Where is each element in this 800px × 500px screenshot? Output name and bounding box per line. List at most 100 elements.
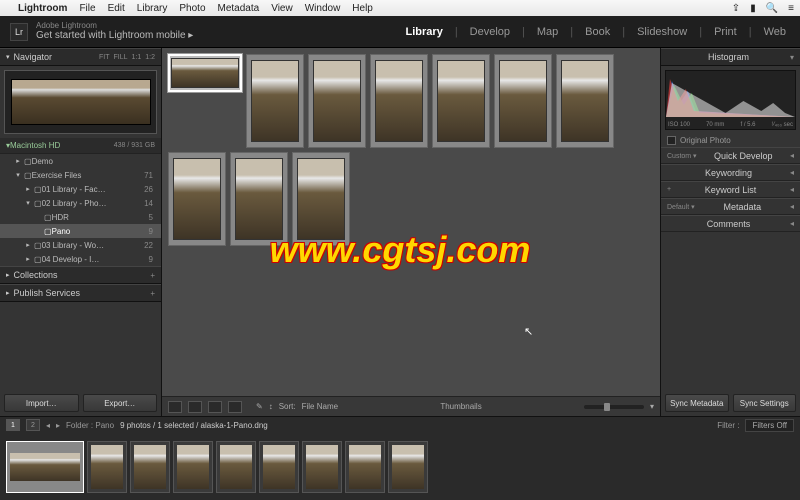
collections-header[interactable]: ▸Collections+	[0, 266, 161, 284]
volume-stat: 438 / 931 GB	[114, 142, 155, 149]
filmstrip-cell[interactable]	[216, 441, 256, 493]
filmstrip-header: 1 2 ◂ ▸ Folder : Pano 9 photos / 1 selec…	[0, 417, 800, 433]
nav-fit[interactable]: FIT	[99, 54, 110, 61]
keyword-list-header[interactable]: +Keyword List◂	[661, 181, 800, 198]
grid-cell[interactable]	[246, 54, 304, 148]
brand-title[interactable]: Get started with Lightroom mobile ▸	[36, 30, 193, 41]
view-grid-icon[interactable]	[168, 401, 182, 413]
tree-row[interactable]: ▸▢ Demo	[0, 154, 161, 168]
module-develop[interactable]: Develop	[466, 26, 514, 38]
histogram[interactable]: ISO 100 70 mm f / 5.6 ¹⁄₄₀₀ sec	[665, 70, 796, 130]
keywording-header[interactable]: Keywording◂	[661, 164, 800, 181]
module-map[interactable]: Map	[533, 26, 562, 38]
monitor-2-button[interactable]: 2	[26, 419, 40, 431]
grid-cell[interactable]	[292, 152, 350, 246]
wifi-icon[interactable]: ⇪	[732, 3, 740, 14]
module-print[interactable]: Print	[710, 26, 741, 38]
menu-help[interactable]: Help	[352, 3, 373, 14]
tree-row[interactable]: ▸▢ 03 Library - Wo…22	[0, 238, 161, 252]
nav-1-2[interactable]: 1:2	[145, 54, 155, 61]
import-button[interactable]: Import…	[4, 394, 79, 412]
export-button[interactable]: Export…	[83, 394, 158, 412]
volume-header[interactable]: ▾ Macintosh HD 438 / 931 GB	[0, 138, 161, 154]
menu-metadata[interactable]: Metadata	[218, 3, 260, 14]
view-compare-icon[interactable]	[208, 401, 222, 413]
filmstrip-cell[interactable]	[302, 441, 342, 493]
module-book[interactable]: Book	[581, 26, 614, 38]
nav-fill[interactable]: FILL	[114, 54, 128, 61]
filmstrip-cell[interactable]	[87, 441, 127, 493]
tree-row[interactable]: ▾▢ Exercise Files71	[0, 168, 161, 182]
menu-file[interactable]: File	[79, 3, 95, 14]
tree-row[interactable]: ▸▢ 04 Develop - I…9	[0, 252, 161, 266]
navigator-preview[interactable]	[4, 70, 157, 134]
view-loupe-icon[interactable]	[188, 401, 202, 413]
menu-edit[interactable]: Edit	[108, 3, 125, 14]
grid-cell[interactable]	[556, 54, 614, 148]
grid-cell[interactable]	[432, 54, 490, 148]
filmstrip-cell[interactable]	[388, 441, 428, 493]
spotlight-icon[interactable]: 🔍	[766, 3, 778, 14]
folder-icon: ▢	[34, 255, 42, 264]
breadcrumb[interactable]: Folder : Pano	[66, 421, 114, 430]
menu-window[interactable]: Window	[305, 3, 341, 14]
sync-metadata-button[interactable]: Sync Metadata	[665, 394, 729, 412]
quick-develop-header[interactable]: Custom ▾Quick Develop◂	[661, 147, 800, 164]
monitor-1-button[interactable]: 1	[6, 419, 20, 431]
folder-tree: ▸▢ Demo ▾▢ Exercise Files71 ▸▢ 01 Librar…	[0, 154, 161, 266]
menu-photo[interactable]: Photo	[179, 3, 205, 14]
painter-icon[interactable]: ✎	[256, 402, 263, 411]
menubar-right: ⇪ ▮ 🔍 ≡	[732, 3, 794, 14]
navigator-header[interactable]: ▾ Navigator FIT FILL 1:1 1:2	[0, 48, 161, 66]
menu-app[interactable]: Lightroom	[18, 3, 67, 14]
filter-select[interactable]: Filters Off	[745, 419, 794, 432]
filmstrip-cell[interactable]	[259, 441, 299, 493]
app-topbar: Lr Adobe Lightroom Get started with Ligh…	[0, 16, 800, 48]
menu-library[interactable]: Library	[137, 3, 168, 14]
sync-settings-button[interactable]: Sync Settings	[733, 394, 797, 412]
menu-view[interactable]: View	[271, 3, 293, 14]
menu-extra-icon[interactable]: ≡	[788, 3, 794, 14]
module-library[interactable]: Library	[402, 26, 447, 38]
comments-header[interactable]: Comments◂	[661, 215, 800, 232]
grid-cell[interactable]	[168, 152, 226, 246]
nav-back-icon[interactable]: ◂	[46, 421, 50, 430]
histogram-header[interactable]: Histogram ▾	[661, 48, 800, 66]
metadata-header[interactable]: Default ▾Metadata◂	[661, 198, 800, 215]
module-slideshow[interactable]: Slideshow	[633, 26, 691, 38]
right-panel: Histogram ▾ ISO 100 70 mm f / 5.6 ¹⁄₄₀₀ …	[660, 48, 800, 416]
filmstrip-strip[interactable]	[0, 433, 800, 500]
publish-header[interactable]: ▸Publish Services+	[0, 284, 161, 302]
left-button-row: Import… Export…	[0, 390, 161, 416]
nav-1-1[interactable]: 1:1	[132, 54, 142, 61]
thumbnails-label: Thumbnails	[440, 402, 481, 411]
view-survey-icon[interactable]	[228, 401, 242, 413]
original-photo-checkbox[interactable]	[667, 136, 676, 145]
tree-row[interactable]: ▢ HDR5	[0, 210, 161, 224]
thumbnail-size-slider[interactable]	[584, 405, 644, 409]
module-web[interactable]: Web	[760, 26, 790, 38]
sort-value[interactable]: File Name	[302, 402, 338, 411]
toolbar-menu-icon[interactable]: ▾	[650, 402, 654, 411]
tree-row-selected[interactable]: ▢ Pano9	[0, 224, 161, 238]
sort-direction-icon[interactable]: ↕	[269, 402, 273, 411]
histo-iso: ISO 100	[668, 122, 690, 128]
grid-cell[interactable]	[230, 152, 288, 246]
tree-row[interactable]: ▸▢ 01 Library - Fac…26	[0, 182, 161, 196]
folder-icon: ▢	[34, 199, 42, 208]
battery-icon[interactable]: ▮	[750, 3, 756, 14]
filmstrip-cell[interactable]	[130, 441, 170, 493]
grid-view[interactable]	[162, 48, 660, 396]
filmstrip-cell[interactable]	[345, 441, 385, 493]
grid-cell[interactable]	[308, 54, 366, 148]
grid-cell[interactable]	[370, 54, 428, 148]
grid-toolbar: ✎ ↕ Sort: File Name Thumbnails ▾	[162, 396, 660, 416]
disclosure-icon: ▾	[6, 53, 10, 61]
filmstrip-cell-selected[interactable]	[6, 441, 84, 493]
filmstrip-info: 9 photos / 1 selected / alaska-1-Pano.dn…	[120, 421, 268, 430]
grid-cell[interactable]	[494, 54, 552, 148]
tree-row[interactable]: ▾▢ 02 Library - Pho…14	[0, 196, 161, 210]
filmstrip-cell[interactable]	[173, 441, 213, 493]
grid-cell-selected[interactable]	[168, 54, 242, 92]
nav-fwd-icon[interactable]: ▸	[56, 421, 60, 430]
